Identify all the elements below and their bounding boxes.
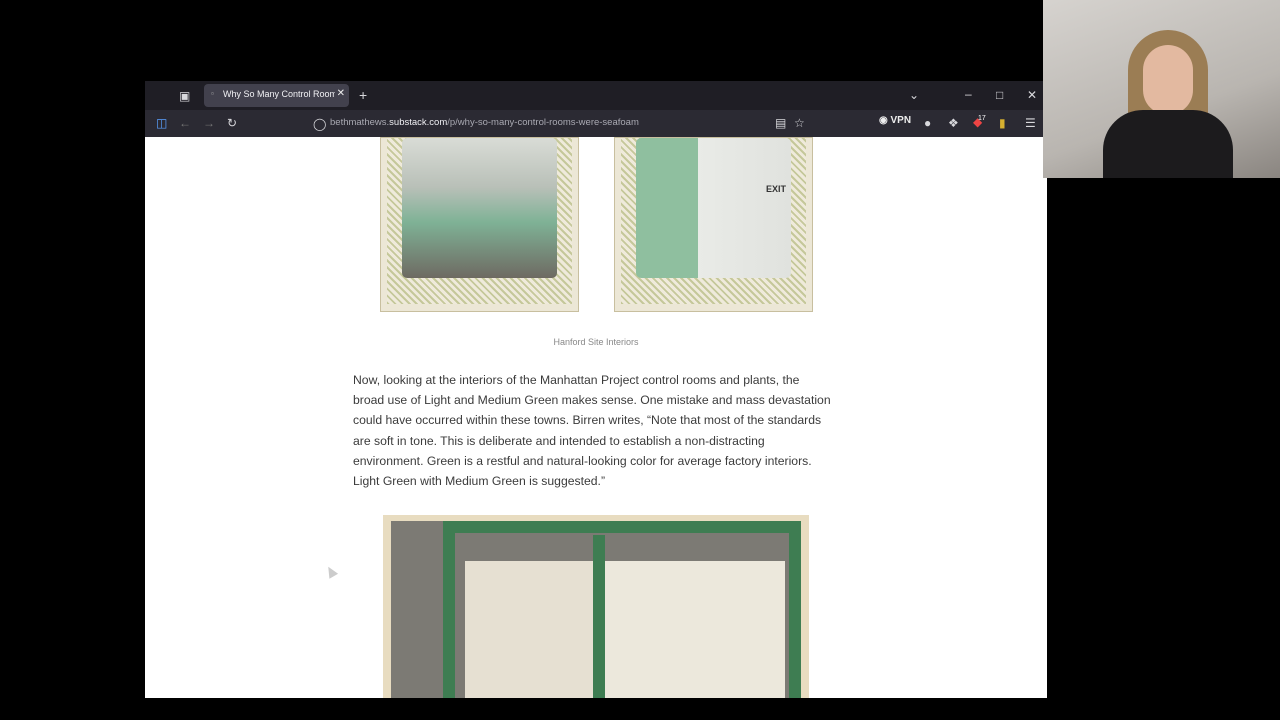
article-paragraph: Now, looking at the interiors of the Man… <box>353 373 831 489</box>
tab-active[interactable]: ▫ Why So Many Control Rooms W ✕ <box>204 84 349 107</box>
shield-icon: ◯ <box>313 117 327 131</box>
maximize-icon[interactable]: □ <box>996 88 1003 102</box>
sidebar-icon[interactable]: ◫ <box>156 116 167 130</box>
extension-badge: 17 <box>978 115 986 122</box>
vpn-icon: ◉ <box>879 115 888 126</box>
bookmark-star-icon[interactable]: ☆ <box>794 116 805 130</box>
close-window-icon[interactable]: ✕ <box>1027 88 1037 102</box>
extension-d-icon[interactable]: ● <box>924 116 931 130</box>
tab-bar: ▣ ▫ Why So Many Control Rooms W ✕ + ⌄ – … <box>145 81 1047 110</box>
forward-icon[interactable]: → <box>203 116 215 130</box>
photo-caption: Hanford Site Interiors <box>553 337 639 347</box>
address-bar[interactable]: ◯ bethmathews.substack.com/p/why-so-many… <box>311 114 771 133</box>
reload-icon[interactable]: ↻ <box>227 116 237 130</box>
vpn-button[interactable]: ◉ VPN <box>879 115 911 126</box>
nav-bar: ◫ ← → ↻ ◯ bethmathews.substack.com/p/why… <box>145 110 1047 137</box>
exit-sign: EXIT <box>766 184 787 194</box>
back-icon[interactable]: ← <box>179 116 191 130</box>
door-photo: EXIT <box>614 137 813 312</box>
tab-overview-icon[interactable]: ▣ <box>179 89 190 103</box>
control-panel-photo <box>383 515 809 698</box>
webcam-overlay <box>1043 0 1280 178</box>
article-content: EXIT Hanford Site Interiors Now, looking… <box>145 137 1047 698</box>
new-tab-icon[interactable]: + <box>359 88 367 102</box>
url-text: bethmathews.substack.com/p/why-so-many-c… <box>330 117 639 128</box>
menu-icon[interactable]: ☰ <box>1025 116 1036 130</box>
substack-icon: ▫ <box>211 89 214 98</box>
hallway-photo <box>380 137 579 312</box>
tab-title: Why So Many Control Rooms W <box>223 89 335 99</box>
extensions-puzzle-icon[interactable]: ❖ <box>948 116 959 130</box>
minimize-icon[interactable]: – <box>965 87 972 101</box>
chevron-down-icon[interactable]: ⌄ <box>909 88 919 102</box>
browser-window: ▣ ▫ Why So Many Control Rooms W ✕ + ⌄ – … <box>145 81 1047 698</box>
close-tab-icon[interactable]: ✕ <box>337 88 345 99</box>
reader-view-icon[interactable]: ▤ <box>775 116 786 130</box>
equalizer-icon[interactable]: ▮ <box>999 116 1006 130</box>
